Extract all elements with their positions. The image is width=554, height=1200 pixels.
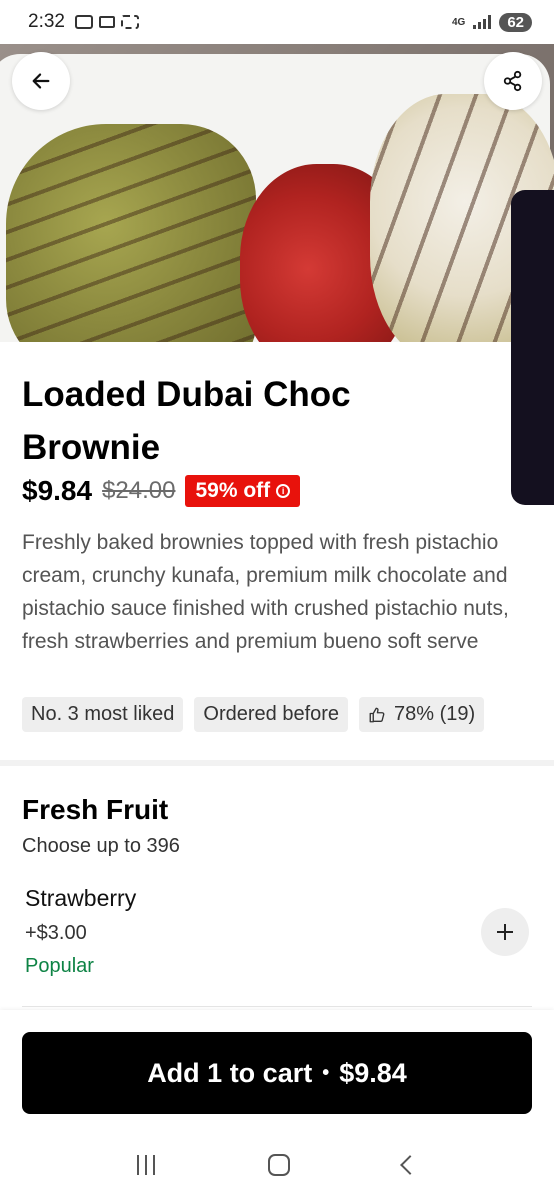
- option-divider: [22, 1006, 532, 1007]
- status-right: 4G 62: [451, 12, 532, 32]
- tag-most-liked: No. 3 most liked: [22, 697, 184, 732]
- cart-separator: •: [322, 1061, 330, 1084]
- share-icon: [503, 70, 522, 92]
- food-container: [0, 54, 554, 342]
- product-title: Loaded Dubai Choc Brownie: [22, 375, 351, 467]
- discount-label: 59% off: [195, 479, 271, 502]
- brownie-image: [6, 124, 256, 342]
- battery-icon: 62: [499, 12, 532, 32]
- option-name: Strawberry: [25, 885, 137, 911]
- system-back-button[interactable]: [400, 1155, 421, 1175]
- video-icon: [98, 16, 115, 28]
- home-button[interactable]: [267, 1154, 290, 1176]
- footer: Add 1 to cart • $9.84: [0, 1010, 554, 1130]
- gallery-icon: [74, 15, 93, 29]
- thumbs-up-icon: [369, 707, 385, 722]
- cart-price: $9.84: [339, 1057, 407, 1088]
- section-title: Fresh Fruit: [22, 794, 169, 825]
- network-label: 4G: [451, 16, 466, 28]
- tag-row: No. 3 most liked Ordered before 78% (19): [22, 697, 485, 732]
- share-button[interactable]: [484, 52, 542, 110]
- popular-badge: Popular: [25, 955, 94, 977]
- tag-rating: 78% (19): [359, 697, 485, 732]
- info-icon: i: [276, 484, 291, 498]
- tag-ordered-before: Ordered before: [194, 697, 349, 732]
- option-price: +$3.00: [25, 922, 87, 944]
- cart-label: Add 1 to cart: [147, 1057, 313, 1088]
- add-option-button[interactable]: [481, 908, 529, 956]
- product-description: Freshly baked brownies topped with fresh…: [22, 531, 509, 653]
- discount-badge[interactable]: 59% off i: [185, 475, 301, 507]
- section-subtitle: Choose up to 396: [22, 835, 180, 857]
- system-nav-bar: [0, 1130, 554, 1200]
- plus-icon: [497, 924, 513, 940]
- current-price: $9.84: [22, 475, 93, 506]
- product-image: [0, 44, 554, 342]
- signal-icon: [473, 15, 492, 29]
- section-divider: [0, 760, 554, 766]
- recent-apps-button[interactable]: [136, 1155, 155, 1175]
- back-button[interactable]: [12, 52, 70, 110]
- price-row: $9.84 $24.00 59% off i: [22, 475, 301, 507]
- status-time: 2:32: [28, 11, 65, 32]
- arrow-left-icon: [32, 73, 50, 89]
- status-bar: 2:32 4G 62: [0, 0, 554, 44]
- add-to-cart-button[interactable]: Add 1 to cart • $9.84: [22, 1032, 532, 1114]
- screenshot-icon: [120, 15, 139, 29]
- status-icons: [74, 15, 139, 29]
- original-price: $24.00: [102, 477, 176, 504]
- side-panel[interactable]: [511, 190, 554, 505]
- status-left: 2:32: [28, 11, 139, 33]
